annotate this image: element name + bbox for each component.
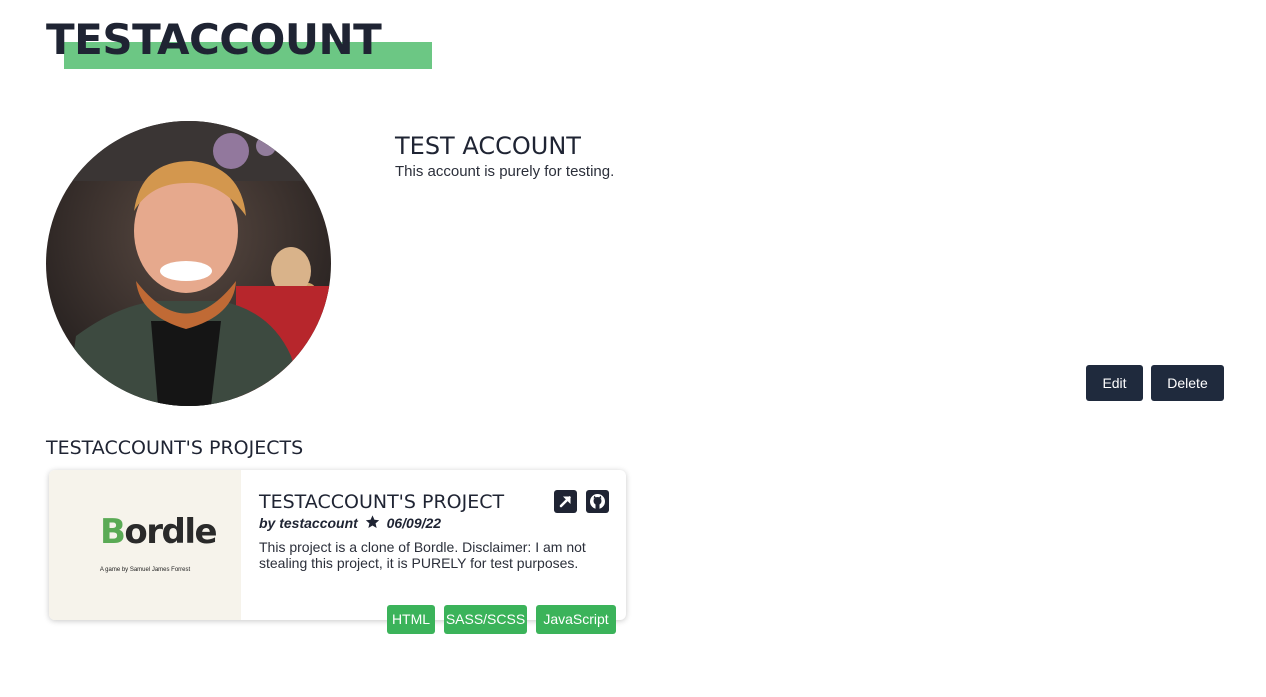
thumbnail-subtitle: A game by Samuel James Forrest	[99, 567, 191, 573]
project-title[interactable]: TESTACCOUNT'S PROJECT	[259, 490, 504, 514]
github-icon[interactable]	[586, 490, 609, 513]
project-description: This project is a clone of Bordle. Discl…	[259, 539, 586, 571]
tag-javascript: JavaScript	[536, 605, 616, 634]
thumbnail-logo: Bordle	[100, 512, 218, 552]
page-title: TESTACCOUNT	[46, 15, 382, 64]
external-link-icon[interactable]	[554, 490, 577, 513]
project-meta: by testaccount 06/09/22	[259, 514, 441, 532]
project-date: 06/09/22	[386, 515, 442, 531]
site-title: TESTACCOUNT	[46, 14, 432, 69]
project-thumbnail: Bordle A game by Samuel James Forrest	[49, 470, 241, 620]
profile-bio: This account is purely for testing.	[395, 163, 615, 180]
tag-sass-scss: SASS/SCSS	[444, 605, 527, 634]
avatar	[46, 121, 331, 406]
projects-heading: TESTACCOUNT'S PROJECTS	[46, 437, 304, 459]
project-card[interactable]: Bordle A game by Samuel James Forrest TE…	[49, 470, 626, 634]
edit-button[interactable]: Edit	[1086, 365, 1143, 401]
delete-button[interactable]: Delete	[1151, 365, 1224, 401]
profile-name: TEST ACCOUNT	[395, 132, 581, 160]
star-icon	[365, 515, 379, 528]
user-photo-icon	[46, 121, 331, 406]
tag-html: HTML	[387, 605, 435, 634]
project-author: by testaccount	[259, 515, 358, 531]
